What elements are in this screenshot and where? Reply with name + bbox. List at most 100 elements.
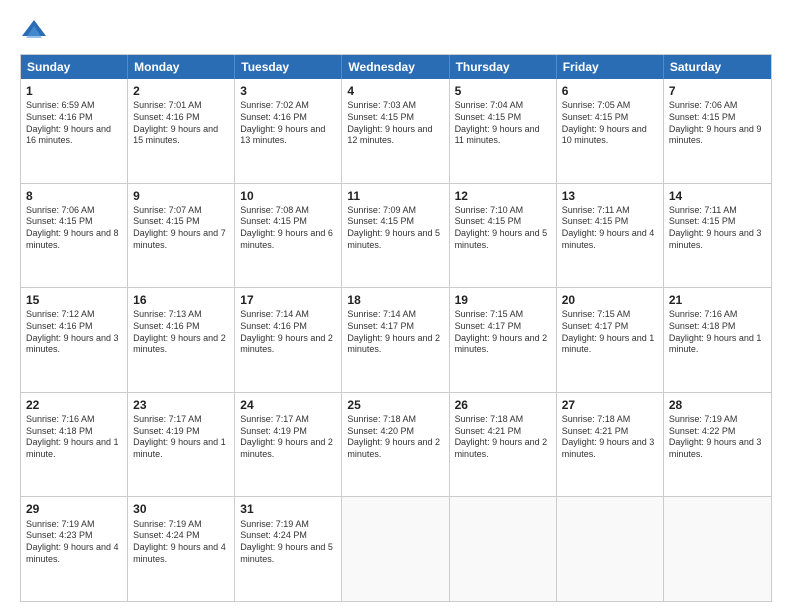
day-info: Sunrise: 7:08 AMSunset: 4:15 PMDaylight:… [240, 205, 336, 252]
day-cell-31: 31 Sunrise: 7:19 AMSunset: 4:24 PMDayligh… [235, 497, 342, 601]
day-number: 24 [240, 397, 336, 413]
day-info: Sunrise: 7:19 AMSunset: 4:24 PMDaylight:… [240, 519, 336, 566]
day-number: 4 [347, 83, 443, 99]
calendar-row-5: 29 Sunrise: 7:19 AMSunset: 4:23 PMDayligh… [21, 496, 771, 601]
logo [20, 16, 52, 44]
calendar-header: SundayMondayTuesdayWednesdayThursdayFrid… [21, 55, 771, 79]
day-info: Sunrise: 7:19 AMSunset: 4:23 PMDaylight:… [26, 519, 122, 566]
day-number: 5 [455, 83, 551, 99]
day-cell-3: 3Sunrise: 7:02 AMSunset: 4:16 PMDaylight… [235, 79, 342, 183]
day-info: Sunrise: 7:19 AMSunset: 4:24 PMDaylight:… [133, 519, 229, 566]
day-number: 9 [133, 188, 229, 204]
day-info: Sunrise: 7:01 AMSunset: 4:16 PMDaylight:… [133, 100, 229, 147]
day-cell-18: 18Sunrise: 7:14 AMSunset: 4:17 PMDayligh… [342, 288, 449, 392]
header-day-sunday: Sunday [21, 55, 128, 79]
header-day-thursday: Thursday [450, 55, 557, 79]
day-cell-7: 7Sunrise: 7:06 AMSunset: 4:15 PMDaylight… [664, 79, 771, 183]
day-info: Sunrise: 7:12 AMSunset: 4:16 PMDaylight:… [26, 309, 122, 356]
day-info: Sunrise: 7:16 AMSunset: 4:18 PMDaylight:… [669, 309, 766, 356]
day-number: 10 [240, 188, 336, 204]
day-number: 31 [240, 501, 336, 517]
day-cell-6: 6Sunrise: 7:05 AMSunset: 4:15 PMDaylight… [557, 79, 664, 183]
header-day-tuesday: Tuesday [235, 55, 342, 79]
day-number: 21 [669, 292, 766, 308]
day-info: Sunrise: 7:02 AMSunset: 4:16 PMDaylight:… [240, 100, 336, 147]
day-cell-19: 19Sunrise: 7:15 AMSunset: 4:17 PMDayligh… [450, 288, 557, 392]
day-number: 27 [562, 397, 658, 413]
day-info: Sunrise: 7:03 AMSunset: 4:15 PMDaylight:… [347, 100, 443, 147]
day-cell-25: 25Sunrise: 7:18 AMSunset: 4:20 PMDayligh… [342, 393, 449, 497]
calendar-row-4: 22Sunrise: 7:16 AMSunset: 4:18 PMDayligh… [21, 392, 771, 497]
day-info: Sunrise: 7:18 AMSunset: 4:21 PMDaylight:… [562, 414, 658, 461]
day-cell-1: 1Sunrise: 6:59 AMSunset: 4:16 PMDaylight… [21, 79, 128, 183]
day-info: Sunrise: 7:06 AMSunset: 4:15 PMDaylight:… [669, 100, 766, 147]
day-number: 22 [26, 397, 122, 413]
day-info: Sunrise: 6:59 AMSunset: 4:16 PMDaylight:… [26, 100, 122, 147]
day-cell-22: 22Sunrise: 7:16 AMSunset: 4:18 PMDayligh… [21, 393, 128, 497]
day-number: 29 [26, 501, 122, 517]
calendar: SundayMondayTuesdayWednesdayThursdayFrid… [20, 54, 772, 602]
header-day-monday: Monday [128, 55, 235, 79]
day-info: Sunrise: 7:14 AMSunset: 4:16 PMDaylight:… [240, 309, 336, 356]
day-number: 6 [562, 83, 658, 99]
day-cell-28: 28Sunrise: 7:19 AMSunset: 4:22 PMDayligh… [664, 393, 771, 497]
day-cell-26: 26Sunrise: 7:18 AMSunset: 4:21 PMDayligh… [450, 393, 557, 497]
day-cell-9: 9Sunrise: 7:07 AMSunset: 4:15 PMDaylight… [128, 184, 235, 288]
day-cell-30: 30 Sunrise: 7:19 AMSunset: 4:24 PMDayligh… [128, 497, 235, 601]
day-number: 28 [669, 397, 766, 413]
day-number: 26 [455, 397, 551, 413]
day-info: Sunrise: 7:16 AMSunset: 4:18 PMDaylight:… [26, 414, 122, 461]
logo-icon [20, 16, 48, 44]
empty-cell [664, 497, 771, 601]
day-number: 1 [26, 83, 122, 99]
day-cell-2: 2Sunrise: 7:01 AMSunset: 4:16 PMDaylight… [128, 79, 235, 183]
header-day-saturday: Saturday [664, 55, 771, 79]
day-number: 17 [240, 292, 336, 308]
day-info: Sunrise: 7:04 AMSunset: 4:15 PMDaylight:… [455, 100, 551, 147]
day-number: 11 [347, 188, 443, 204]
day-cell-27: 27Sunrise: 7:18 AMSunset: 4:21 PMDayligh… [557, 393, 664, 497]
calendar-body: 1Sunrise: 6:59 AMSunset: 4:16 PMDaylight… [21, 79, 771, 601]
day-info: Sunrise: 7:15 AMSunset: 4:17 PMDaylight:… [562, 309, 658, 356]
day-info: Sunrise: 7:18 AMSunset: 4:21 PMDaylight:… [455, 414, 551, 461]
day-number: 25 [347, 397, 443, 413]
day-cell-20: 20Sunrise: 7:15 AMSunset: 4:17 PMDayligh… [557, 288, 664, 392]
empty-cell [557, 497, 664, 601]
day-cell-5: 5Sunrise: 7:04 AMSunset: 4:15 PMDaylight… [450, 79, 557, 183]
day-number: 14 [669, 188, 766, 204]
day-cell-8: 8Sunrise: 7:06 AMSunset: 4:15 PMDaylight… [21, 184, 128, 288]
day-info: Sunrise: 7:15 AMSunset: 4:17 PMDaylight:… [455, 309, 551, 356]
calendar-row-2: 8Sunrise: 7:06 AMSunset: 4:15 PMDaylight… [21, 183, 771, 288]
day-number: 2 [133, 83, 229, 99]
day-info: Sunrise: 7:10 AMSunset: 4:15 PMDaylight:… [455, 205, 551, 252]
day-number: 16 [133, 292, 229, 308]
day-number: 23 [133, 397, 229, 413]
day-info: Sunrise: 7:05 AMSunset: 4:15 PMDaylight:… [562, 100, 658, 147]
header-day-friday: Friday [557, 55, 664, 79]
day-cell-29: 29 Sunrise: 7:19 AMSunset: 4:23 PMDayligh… [21, 497, 128, 601]
day-cell-10: 10Sunrise: 7:08 AMSunset: 4:15 PMDayligh… [235, 184, 342, 288]
day-number: 30 [133, 501, 229, 517]
day-info: Sunrise: 7:18 AMSunset: 4:20 PMDaylight:… [347, 414, 443, 461]
day-number: 8 [26, 188, 122, 204]
day-info: Sunrise: 7:11 AMSunset: 4:15 PMDaylight:… [669, 205, 766, 252]
day-number: 20 [562, 292, 658, 308]
day-number: 15 [26, 292, 122, 308]
day-number: 13 [562, 188, 658, 204]
day-cell-12: 12Sunrise: 7:10 AMSunset: 4:15 PMDayligh… [450, 184, 557, 288]
empty-cell [450, 497, 557, 601]
day-cell-11: 11Sunrise: 7:09 AMSunset: 4:15 PMDayligh… [342, 184, 449, 288]
day-info: Sunrise: 7:07 AMSunset: 4:15 PMDaylight:… [133, 205, 229, 252]
empty-cell [342, 497, 449, 601]
day-info: Sunrise: 7:17 AMSunset: 4:19 PMDaylight:… [133, 414, 229, 461]
day-cell-16: 16Sunrise: 7:13 AMSunset: 4:16 PMDayligh… [128, 288, 235, 392]
day-cell-23: 23Sunrise: 7:17 AMSunset: 4:19 PMDayligh… [128, 393, 235, 497]
day-info: Sunrise: 7:14 AMSunset: 4:17 PMDaylight:… [347, 309, 443, 356]
day-cell-17: 17Sunrise: 7:14 AMSunset: 4:16 PMDayligh… [235, 288, 342, 392]
day-number: 7 [669, 83, 766, 99]
day-cell-24: 24Sunrise: 7:17 AMSunset: 4:19 PMDayligh… [235, 393, 342, 497]
day-info: Sunrise: 7:19 AMSunset: 4:22 PMDaylight:… [669, 414, 766, 461]
day-number: 3 [240, 83, 336, 99]
calendar-row-3: 15Sunrise: 7:12 AMSunset: 4:16 PMDayligh… [21, 287, 771, 392]
day-cell-13: 13Sunrise: 7:11 AMSunset: 4:15 PMDayligh… [557, 184, 664, 288]
